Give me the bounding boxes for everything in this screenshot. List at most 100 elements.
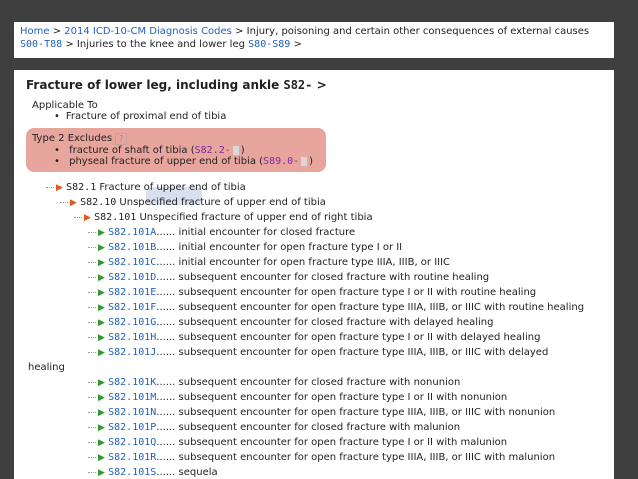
green-triangle-right-icon[interactable]: ▶ [98, 378, 105, 388]
tree-node-l1[interactable]: ▶ S82.1 Fracture of upper end of tibia [46, 180, 602, 195]
help-icon[interactable]: ? [115, 133, 128, 145]
breadcrumb-separator: > [235, 26, 244, 37]
dots: ...... [156, 437, 176, 448]
green-triangle-right-icon[interactable]: ▶ [98, 408, 105, 418]
breadcrumb-block-text: Injuries to the knee and lower leg [76, 39, 245, 50]
expand-square-icon[interactable] [301, 156, 308, 166]
red-triangle-right-icon[interactable]: ▶ [84, 213, 91, 223]
green-triangle-right-icon[interactable]: ▶ [98, 468, 105, 478]
green-triangle-right-icon[interactable]: ▶ [98, 228, 105, 238]
tree-connector [88, 426, 96, 428]
breadcrumb-separator: > [52, 26, 62, 37]
green-triangle-right-icon[interactable]: ▶ [98, 273, 105, 283]
tree-node-l2[interactable]: ▶ S82.10 Unspecified fracture of upper e… [60, 195, 602, 210]
code-link[interactable]: S82.101N [108, 407, 156, 418]
code-link[interactable]: S82.101C [108, 257, 156, 268]
code-link[interactable]: S82.101P [108, 422, 156, 433]
green-triangle-right-icon[interactable]: ▶ [98, 333, 105, 343]
code-link[interactable]: S82.101M [108, 392, 156, 403]
dots: ...... [156, 257, 176, 268]
green-triangle-right-icon[interactable]: ▶ [98, 348, 105, 358]
green-triangle-right-icon[interactable]: ▶ [98, 318, 105, 328]
list-item[interactable]: ▶ S82.101S...... sequela [88, 465, 602, 479]
dots: ...... [156, 332, 176, 343]
code-link[interactable]: S82.101S [108, 467, 156, 478]
code-desc: subsequent encounter for open fracture t… [178, 302, 585, 313]
breadcrumb-home-link[interactable]: Home [20, 26, 50, 37]
tree-connector [88, 411, 96, 413]
code-link[interactable]: S82.101J [108, 347, 156, 358]
page-title: Fracture of lower leg, including ankle S… [26, 78, 602, 92]
code-desc: subsequent encounter for open fracture t… [178, 437, 508, 448]
green-triangle-right-icon[interactable]: ▶ [98, 288, 105, 298]
page-title-arrow: > [316, 78, 327, 92]
green-triangle-right-icon[interactable]: ▶ [98, 243, 105, 253]
code-link[interactable]: S82.101E [108, 287, 156, 298]
code-link[interactable]: S82.101A [108, 227, 156, 238]
green-triangle-right-icon[interactable]: ▶ [98, 453, 105, 463]
code-desc: subsequent encounter for closed fracture… [178, 377, 461, 388]
code-desc: initial encounter for open fracture type… [178, 242, 403, 253]
code-link[interactable]: S82.101G [108, 317, 156, 328]
code-link[interactable]: S82.101K [108, 377, 156, 388]
code-link[interactable]: S82.101Q [108, 437, 156, 448]
code-page: Fracture of lower leg, including ankle S… [14, 70, 614, 479]
tree-connector [88, 246, 96, 248]
list-item[interactable]: ▶ S82.101H...... subsequent encounter fo… [88, 330, 602, 345]
tree-connector [88, 456, 96, 458]
list-item[interactable]: ▶ S82.101A...... initial encounter for c… [88, 225, 602, 240]
green-triangle-right-icon[interactable]: ▶ [98, 423, 105, 433]
list-item[interactable]: ▶ S82.101C...... initial encounter for o… [88, 255, 602, 270]
list-item[interactable]: ▶ S82.101E...... subsequent encounter fo… [88, 285, 602, 300]
tree-connector [88, 306, 96, 308]
list-item[interactable]: ▶ S82.101J...... subsequent encounter fo… [88, 345, 602, 360]
list-item[interactable]: ▶ S82.101M...... subsequent encounter fo… [88, 390, 602, 405]
tree-connector [88, 441, 96, 443]
list-item[interactable]: ▶ S82.101N...... subsequent encounter fo… [88, 405, 602, 420]
tree-connector [88, 261, 96, 263]
dots: ...... [156, 347, 176, 358]
breadcrumb-chapter-code-link[interactable]: S00-T88 [20, 39, 62, 50]
excludes-item-close: ) [309, 156, 314, 167]
expand-square-icon[interactable] [232, 145, 239, 155]
tree-connector [46, 186, 54, 188]
green-triangle-right-icon[interactable]: ▶ [98, 438, 105, 448]
list-item[interactable]: ▶ S82.101B...... initial encounter for o… [88, 240, 602, 255]
list-item[interactable]: ▶ S82.101Q...... subsequent encounter fo… [88, 435, 602, 450]
list-item[interactable]: ▶ S82.101K...... subsequent encounter fo… [88, 375, 602, 390]
applicable-to-label: Applicable To [32, 100, 98, 111]
excludes-code-link[interactable]: S82.2- [195, 145, 231, 156]
breadcrumb-year-link[interactable]: 2014 ICD-10-CM Diagnosis Codes [64, 26, 232, 37]
breadcrumb-chapter-text: Injury, poisoning and certain other cons… [246, 26, 590, 37]
green-triangle-right-icon[interactable]: ▶ [98, 258, 105, 268]
code-desc: initial encounter for closed fracture [178, 227, 356, 238]
list-item[interactable]: ▶ S82.101P...... subsequent encounter fo… [88, 420, 602, 435]
red-triangle-right-icon[interactable]: ▶ [56, 183, 63, 193]
excludes-code-link[interactable]: S89.0- [263, 156, 299, 167]
code-link[interactable]: S82.101H [108, 332, 156, 343]
excludes-item: fracture of shaft of tibia (S82.2-) [54, 145, 320, 156]
breadcrumb-block-code-link[interactable]: S80-S89 [248, 39, 290, 50]
code-link[interactable]: S82.101F [108, 302, 156, 313]
green-triangle-right-icon[interactable]: ▶ [98, 303, 105, 313]
green-triangle-right-icon[interactable]: ▶ [98, 393, 105, 403]
code-link[interactable]: S82.101R [108, 452, 156, 463]
list-item[interactable]: ▶ S82.101G...... subsequent encounter fo… [88, 315, 602, 330]
tree-node-text: Unspecified fracture of upper end of tib… [119, 197, 326, 208]
list-item[interactable]: ▶ S82.101D...... subsequent encounter fo… [88, 270, 602, 285]
code-desc: sequela [178, 467, 218, 478]
tree-connector [88, 471, 96, 473]
applicable-to-section: Applicable To Fracture of proximal end o… [32, 100, 602, 122]
tree-node-code: S82.101 [94, 212, 137, 223]
tree-node-l3[interactable]: ▶ S82.101 Unspecified fracture of upper … [74, 210, 602, 225]
code-link[interactable]: S82.101D [108, 272, 156, 283]
dots: ...... [156, 407, 176, 418]
red-triangle-right-icon[interactable]: ▶ [70, 198, 77, 208]
tree-connector [74, 216, 82, 218]
code-desc: subsequent encounter for closed fracture… [178, 422, 461, 433]
list-item[interactable]: ▶ S82.101F...... subsequent encounter fo… [88, 300, 602, 315]
tree-connector [88, 336, 96, 338]
tree-node-text: Unspecified fracture of upper end of rig… [139, 212, 373, 223]
list-item[interactable]: ▶ S82.101R...... subsequent encounter fo… [88, 450, 602, 465]
code-link[interactable]: S82.101B [108, 242, 156, 253]
